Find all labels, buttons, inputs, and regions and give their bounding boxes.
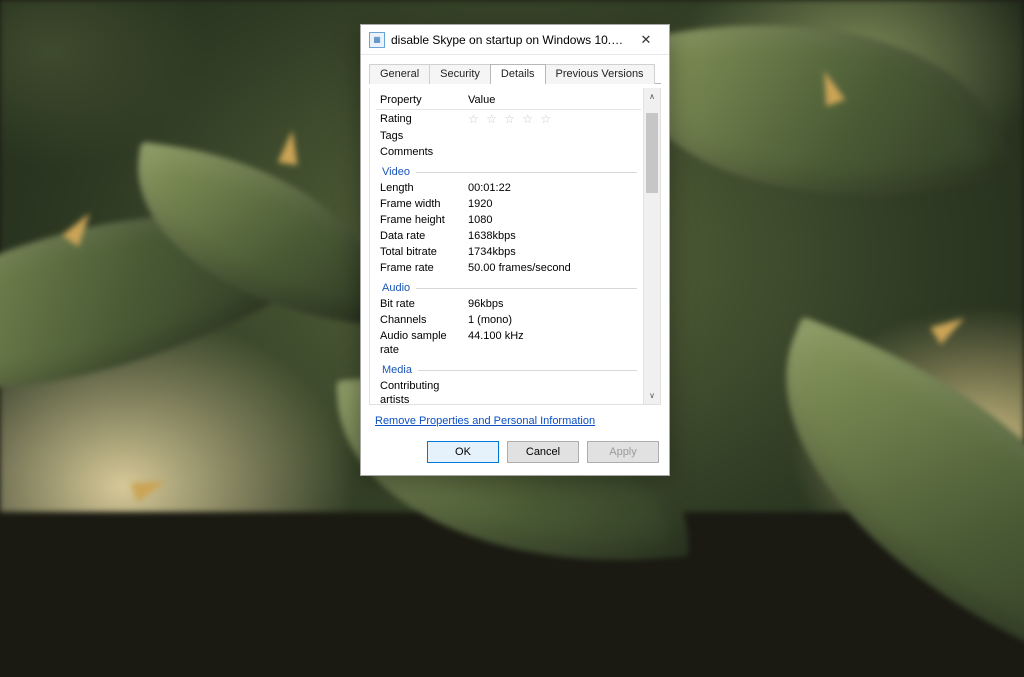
property-value[interactable]: 44.100 kHz xyxy=(468,329,641,357)
property-value[interactable]: 1734kbps xyxy=(468,245,641,259)
scroll-thumb[interactable] xyxy=(646,113,658,193)
tab-previous-versions[interactable]: Previous Versions xyxy=(545,64,655,84)
section-header: Audio xyxy=(376,276,641,296)
property-key: Frame width xyxy=(376,197,468,211)
details-pane: Property Value Rating☆ ☆ ☆ ☆ ☆Tags Commen… xyxy=(369,88,661,405)
property-row[interactable]: Frame rate50.00 frames/second xyxy=(376,260,641,276)
property-key: Length xyxy=(376,181,468,195)
section-title: Audio xyxy=(382,282,410,294)
file-icon: ▦ xyxy=(369,32,385,48)
property-value[interactable]: ☆ ☆ ☆ ☆ ☆ xyxy=(468,112,641,127)
titlebar[interactable]: ▦ disable Skype on startup on Windows 10… xyxy=(361,25,669,55)
property-row[interactable]: Channels1 (mono) xyxy=(376,312,641,328)
column-value: Value xyxy=(468,93,641,107)
properties-dialog: ▦ disable Skype on startup on Windows 10… xyxy=(360,24,670,476)
remove-properties-link[interactable]: Remove Properties and Personal Informati… xyxy=(375,415,657,427)
window-title: disable Skype on startup on Windows 10.m… xyxy=(391,33,625,47)
property-value[interactable]: 1920 xyxy=(468,197,641,211)
section-rule xyxy=(418,370,637,371)
section-header: Video xyxy=(376,160,641,180)
section-rule xyxy=(416,288,637,289)
property-row[interactable]: Data rate1638kbps xyxy=(376,228,641,244)
property-value[interactable] xyxy=(468,145,641,159)
property-key: Frame rate xyxy=(376,261,468,275)
rating-stars[interactable]: ☆ ☆ ☆ ☆ ☆ xyxy=(468,112,553,126)
cancel-button[interactable]: Cancel xyxy=(507,441,579,463)
ok-button[interactable]: OK xyxy=(427,441,499,463)
details-body: Property Value Rating☆ ☆ ☆ ☆ ☆Tags Commen… xyxy=(370,88,643,404)
property-row[interactable]: Total bitrate1734kbps xyxy=(376,244,641,260)
section-title: Media xyxy=(382,364,412,376)
property-value[interactable]: 1 (mono) xyxy=(468,313,641,327)
section-header: Media xyxy=(376,358,641,378)
section-rule xyxy=(416,172,637,173)
scrollbar[interactable]: ∧ ∨ xyxy=(643,88,660,404)
scroll-track[interactable] xyxy=(644,103,660,389)
property-value[interactable]: 1080 xyxy=(468,213,641,227)
scroll-down-icon[interactable]: ∨ xyxy=(646,389,659,402)
property-key: Audio sample rate xyxy=(376,329,468,357)
property-key: Rating xyxy=(376,112,468,127)
tab-row: General Security Details Previous Versio… xyxy=(361,55,669,83)
property-key: Channels xyxy=(376,313,468,327)
property-key: Comments xyxy=(376,145,468,159)
property-key: Data rate xyxy=(376,229,468,243)
tab-details[interactable]: Details xyxy=(490,64,546,84)
property-key: Tags xyxy=(376,129,468,143)
divider xyxy=(376,109,641,110)
property-row[interactable]: Tags xyxy=(376,128,641,144)
property-row[interactable]: Frame width1920 xyxy=(376,196,641,212)
tab-general[interactable]: General xyxy=(369,64,430,84)
property-row[interactable]: Bit rate96kbps xyxy=(376,296,641,312)
details-header: Property Value xyxy=(376,92,641,108)
property-row[interactable]: Audio sample rate44.100 kHz xyxy=(376,328,641,358)
property-row[interactable]: Comments xyxy=(376,144,641,160)
tab-security[interactable]: Security xyxy=(429,64,491,84)
property-value[interactable]: 00:01:22 xyxy=(468,181,641,195)
property-value[interactable]: 96kbps xyxy=(468,297,641,311)
property-value[interactable] xyxy=(468,379,641,404)
property-value[interactable]: 50.00 frames/second xyxy=(468,261,641,275)
property-key: Bit rate xyxy=(376,297,468,311)
apply-button[interactable]: Apply xyxy=(587,441,659,463)
property-key: Frame height xyxy=(376,213,468,227)
property-row[interactable]: Length00:01:22 xyxy=(376,180,641,196)
property-value[interactable]: 1638kbps xyxy=(468,229,641,243)
property-key: Total bitrate xyxy=(376,245,468,259)
property-value[interactable] xyxy=(468,129,641,143)
property-row[interactable]: Frame height1080 xyxy=(376,212,641,228)
scroll-up-icon[interactable]: ∧ xyxy=(646,90,659,103)
close-button[interactable]: ✕ xyxy=(625,26,667,54)
section-title: Video xyxy=(382,166,410,178)
column-property: Property xyxy=(376,93,468,107)
property-row[interactable]: Rating☆ ☆ ☆ ☆ ☆ xyxy=(376,111,641,128)
property-key: Contributing artists xyxy=(376,379,468,404)
button-row: OK Cancel Apply xyxy=(361,433,669,475)
property-row[interactable]: Contributing artists xyxy=(376,378,641,404)
